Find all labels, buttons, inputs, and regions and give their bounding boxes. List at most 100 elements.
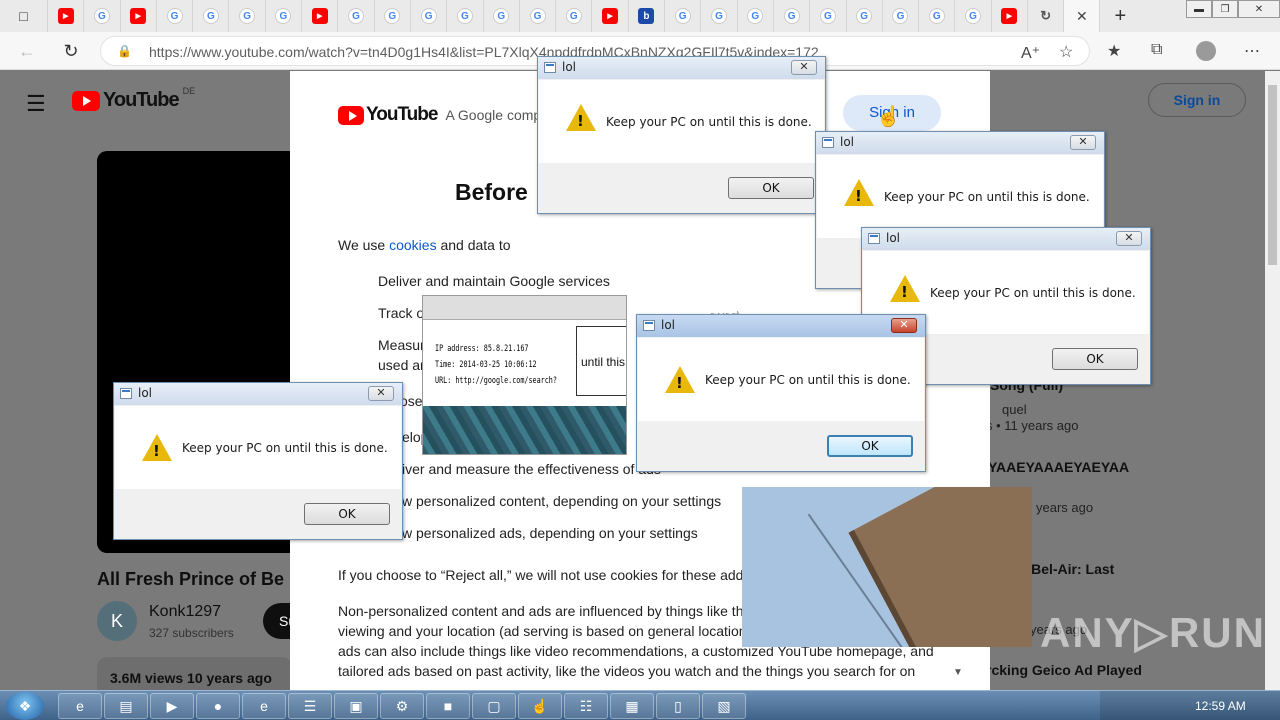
page-scrollbar[interactable] [1265,71,1280,690]
monitor-icon: ▢ [487,697,501,714]
browser-tab[interactable]: ↻ [1028,0,1065,32]
tab-close[interactable]: ✕ [1064,0,1101,32]
ok-button[interactable]: OK [304,503,390,525]
taskbar-button[interactable]: e [58,693,102,719]
browser-tab[interactable]: G [883,0,920,32]
close-window-button[interactable]: ✕ [1238,0,1280,18]
taskbar-button[interactable]: ▧ [702,693,746,719]
taskbar-button[interactable]: ■ [426,693,470,719]
favorites-icon[interactable]: ★ [1107,41,1121,61]
taskbar-button[interactable]: ▣ [334,693,378,719]
consent-item: ose [400,393,423,409]
taskbar-button[interactable]: ☰ [288,693,332,719]
related-video-title[interactable]: YAAEYAAAEYAEYAA [988,459,1129,475]
google-favicon: G [819,8,836,24]
browser-tab[interactable]: b [629,0,666,32]
taskbar-button[interactable]: ☷ [564,693,608,719]
browser-tab[interactable]: ▶ [992,0,1029,32]
ok-button[interactable]: OK [728,177,814,199]
message-box-body: ! Keep your PC on until this is done. [817,155,1103,238]
browser-tab[interactable]: G [701,0,738,32]
browser-tab[interactable]: G [738,0,774,32]
browser-tab[interactable]: ▶ [121,0,157,32]
browser-tab[interactable]: G [84,0,121,32]
taskbar-button[interactable]: ▶ [150,693,194,719]
ok-button[interactable]: OK [1052,348,1138,370]
browser-tab[interactable]: G [338,0,375,32]
browser-tab[interactable]: G [520,0,557,32]
message-box-titlebar[interactable]: lol ✕ [637,315,925,337]
intro-pre: We use [338,237,390,253]
ok-button[interactable]: OK [827,435,913,457]
new-tab-button[interactable]: + [1100,5,1140,28]
taskbar-button[interactable]: ● [196,693,240,719]
browser-tab[interactable]: G [193,0,230,32]
browser-tab[interactable]: G [774,0,811,32]
browser-tab[interactable]: G [229,0,266,32]
view-count: 3.6M views 10 years ago [110,670,272,686]
header-signin-button[interactable]: Sign in [1148,83,1246,117]
channel-avatar[interactable]: K [97,601,137,641]
taskbar-button[interactable]: ▯ [656,693,700,719]
google-favicon: G [565,8,582,24]
message-box-close-button[interactable]: ✕ [1070,135,1096,150]
taskbar-button[interactable]: ▦ [610,693,654,719]
browser-tab[interactable]: ▶ [592,0,629,32]
message-box-titlebar[interactable]: lol ✕ [862,228,1150,250]
message-box-close-button[interactable]: ✕ [891,318,917,333]
message-box-close-button[interactable]: ✕ [1116,231,1142,246]
taskbar-button[interactable]: e [242,693,286,719]
consent-scroll-down-icon[interactable]: ▼ [953,667,963,678]
briefcase-icon: ■ [443,698,453,714]
browser-tab[interactable]: G [955,0,992,32]
artifact-text: URL: http://google.com/search? [435,376,557,386]
read-aloud-icon[interactable]: A⁺ [1021,43,1040,63]
tab-actions[interactable]: □ [0,0,48,32]
restore-button[interactable]: ❐ [1212,0,1238,18]
browser-tab[interactable]: ▶ [302,0,339,32]
browser-tab[interactable]: G [375,0,411,32]
taskbar-button[interactable]: ▢ [472,693,516,719]
subscribe-button[interactable]: Su [263,603,293,639]
related-video-title[interactable]: rcking Geico Ad Played [986,662,1142,678]
hamburger-menu-icon[interactable]: ☰ [26,91,46,117]
browser-tab[interactable]: G [919,0,956,32]
browser-tab[interactable]: G [810,0,847,32]
start-button[interactable]: ❖ [6,692,44,720]
taskbar-button[interactable]: ☝ [518,693,562,719]
taskbar-button[interactable]: ⚙ [380,693,424,719]
edge-icon: e [260,698,268,714]
browser-tab[interactable]: G [847,0,883,32]
minimize-button[interactable]: ▬ [1186,0,1212,18]
browser-tab[interactable]: G [665,0,702,32]
browser-tab[interactable]: ▶ [48,0,85,32]
browser-tab[interactable]: G [411,0,448,32]
google-favicon: G [783,8,800,24]
more-menu-icon[interactable]: ⋯ [1244,41,1260,61]
system-clock[interactable]: 12:59 AM [1195,699,1246,713]
add-favorite-icon[interactable]: ☆ [1059,42,1073,62]
browser-tab[interactable]: G [266,0,303,32]
message-box-close-button[interactable]: ✕ [791,60,817,75]
refresh-button[interactable]: ↻ [60,40,82,62]
youtube-logo[interactable]: YouTube DE [72,86,195,112]
profile-avatar-icon[interactable] [1196,41,1216,61]
browser-tab[interactable]: G [556,0,593,32]
back-button[interactable]: ← [16,40,38,62]
message-box-text: Keep your PC on until this is done. [182,441,388,455]
browser-tab[interactable]: G [157,0,194,32]
channel-name[interactable]: Konk1297 [149,603,221,621]
collections-icon[interactable]: ⧉ [1151,41,1162,59]
folder-icon: ▤ [119,697,133,714]
windows-logo-icon: ❖ [18,697,32,714]
taskbar-button[interactable]: ▤ [104,693,148,719]
message-box-titlebar[interactable]: lol ✕ [816,132,1104,154]
consent-tagline: A Google compa [445,107,549,123]
message-box-titlebar[interactable]: lol ✕ [538,57,825,79]
browser-tab[interactable]: G [484,0,520,32]
message-box-close-button[interactable]: ✕ [368,386,394,401]
cookies-link[interactable]: cookies [389,237,436,253]
message-box-titlebar[interactable]: lol ✕ [114,383,402,405]
scrollbar-thumb[interactable] [1268,85,1277,265]
browser-tab[interactable]: G [447,0,484,32]
